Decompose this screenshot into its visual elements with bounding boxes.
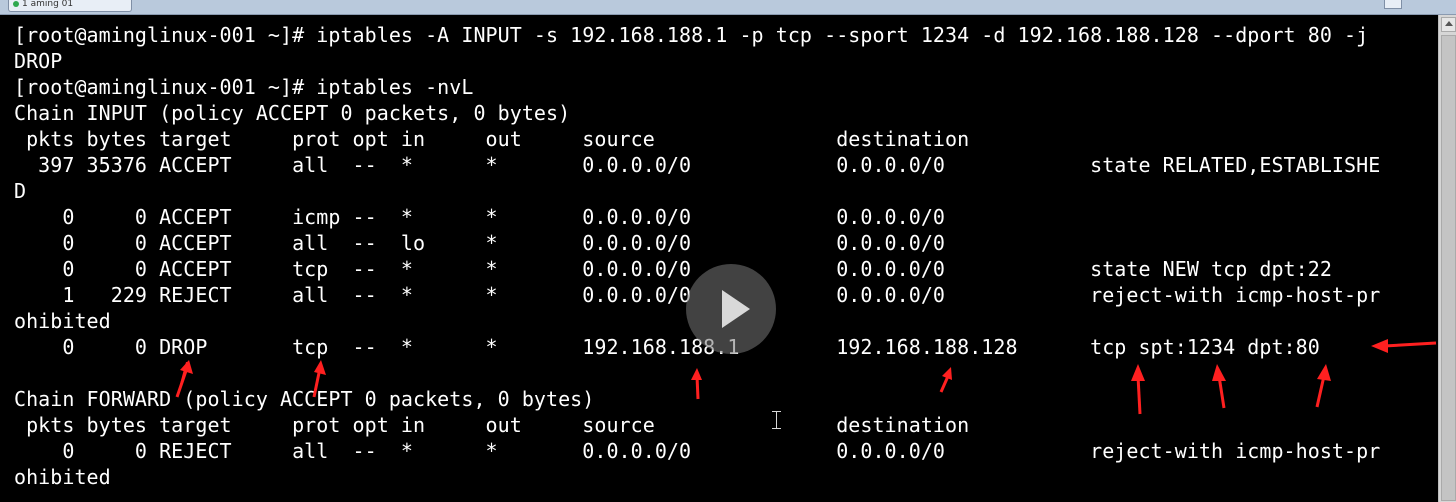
arrow-icon (1212, 364, 1226, 409)
arrow-icon (939, 367, 952, 393)
arrow-icon (175, 360, 193, 398)
arrow-icon (312, 360, 326, 398)
arrow-icon (691, 368, 702, 400)
annotation-arrows (175, 339, 1437, 415)
arrow-icon (1131, 364, 1145, 415)
arrow-icon (1371, 339, 1437, 353)
arrow-icon (1315, 364, 1331, 408)
